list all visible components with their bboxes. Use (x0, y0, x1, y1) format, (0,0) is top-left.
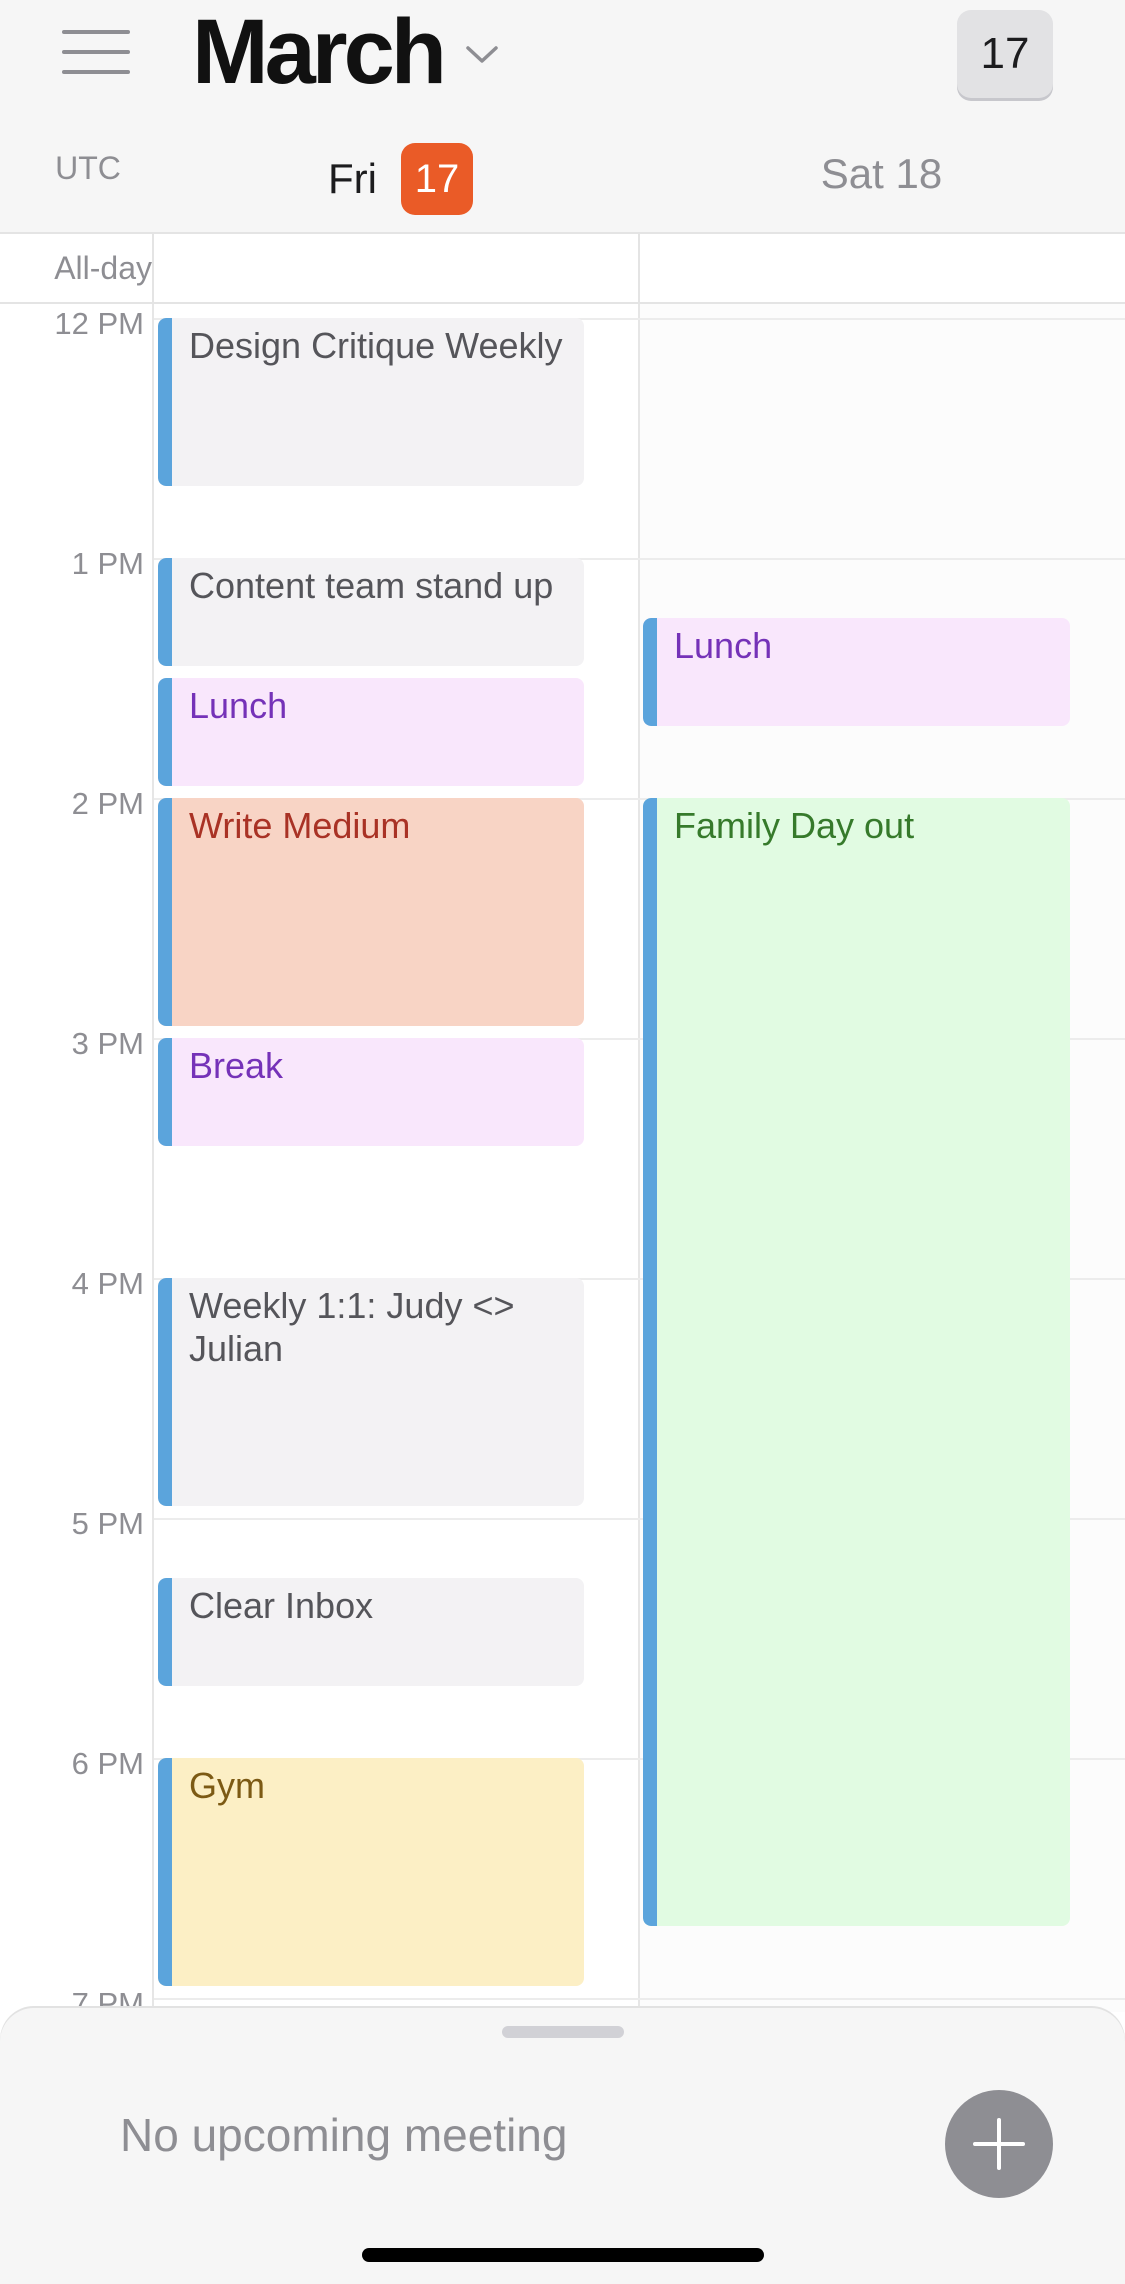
hour-label: 3 PM (71, 1026, 144, 1061)
event-block-fri[interactable]: Weekly 1:1: Judy <> Julian (158, 1278, 584, 1506)
chevron-down-icon (466, 46, 498, 63)
today-button[interactable]: 17 (957, 10, 1053, 98)
hour-label: 4 PM (71, 1266, 144, 1301)
all-day-label: All-day (54, 250, 152, 286)
event-block-fri[interactable]: Break (158, 1038, 584, 1146)
event-block-fri[interactable]: Design Critique Weekly (158, 318, 584, 486)
column-divider (638, 304, 640, 2012)
today-date-badge: 17 (400, 143, 473, 215)
hour-label: 12 PM (54, 306, 144, 341)
column-divider (152, 304, 154, 2012)
hour-label: 6 PM (71, 1746, 144, 1781)
event-block-sat[interactable]: Lunch (643, 618, 1070, 726)
day-header-fri[interactable]: Fri 17 (328, 143, 473, 215)
home-indicator (362, 2248, 764, 2262)
add-event-button[interactable] (945, 2090, 1053, 2198)
time-grid[interactable]: 12 PM 1 PM 2 PM 3 PM 4 PM 5 PM 6 PM 7 PM Design… (0, 304, 1125, 2012)
menu-icon[interactable] (62, 30, 130, 74)
event-block-sat[interactable]: Family Day out (643, 798, 1070, 1926)
hour-label: 1 PM (71, 546, 144, 581)
event-title: Break (189, 1045, 284, 1086)
hour-label: 2 PM (71, 786, 144, 821)
event-title: Weekly 1:1: Judy <> Julian (189, 1285, 515, 1369)
event-title: Lunch (674, 625, 773, 666)
day-header-sat[interactable]: Sat 18 (638, 150, 1125, 198)
event-title: Gym (189, 1765, 265, 1806)
event-block-fri[interactable]: Lunch (158, 678, 584, 786)
event-block-fri[interactable]: Write Medium (158, 798, 584, 1026)
event-block-fri[interactable]: Gym (158, 1758, 584, 1986)
event-block-fri[interactable]: Content team stand up (158, 558, 584, 666)
column-divider (152, 234, 154, 302)
plus-icon (973, 2118, 1025, 2170)
sheet-grabber[interactable] (502, 2026, 624, 2038)
event-title: Clear Inbox (189, 1585, 374, 1626)
month-selector[interactable]: March (192, 2, 499, 102)
hour-line (154, 1998, 1125, 2000)
month-title: March (192, 1, 447, 103)
calendar-header: March 17 UTC Fri 17 Sat 18 (0, 0, 1125, 234)
hour-label: 5 PM (71, 1506, 144, 1541)
day-name: Fri (328, 155, 377, 202)
event-title: Write Medium (189, 805, 411, 846)
timezone-label: UTC (55, 150, 121, 186)
upcoming-meeting-status: No upcoming meeting (120, 2109, 568, 2161)
event-title: Content team stand up (189, 565, 554, 606)
all-day-row[interactable]: All-day (0, 234, 1125, 304)
event-title: Design Critique Weekly (189, 325, 563, 366)
bottom-sheet[interactable]: No upcoming meeting (0, 2008, 1125, 2284)
column-divider (638, 234, 640, 302)
event-block-fri[interactable]: Clear Inbox (158, 1578, 584, 1686)
event-title: Family Day out (674, 805, 915, 846)
event-title: Lunch (189, 685, 288, 726)
